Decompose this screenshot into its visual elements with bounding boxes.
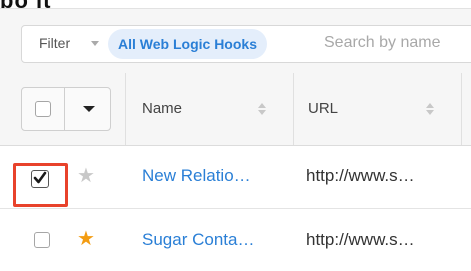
table-header: Name URL <box>0 73 471 146</box>
record-url: http://www.s… <box>306 166 415 185</box>
record-name-link[interactable]: Sugar Conta… <box>142 230 254 250</box>
filter-box: Filter All Web Logic Hooks <box>21 25 471 63</box>
filter-bar: Filter All Web Logic Hooks <box>0 8 471 74</box>
active-filter-pill[interactable]: All Web Logic Hooks <box>108 29 267 59</box>
column-divider <box>293 73 294 145</box>
filter-dropdown-label[interactable]: Filter <box>39 35 70 51</box>
mass-action-control[interactable] <box>21 87 111 131</box>
select-all-checkbox[interactable] <box>35 101 51 117</box>
sort-url-icon[interactable] <box>426 103 434 117</box>
record-name-link[interactable]: New Relatio… <box>142 166 251 186</box>
row-checkbox-checked[interactable] <box>31 170 49 188</box>
search-input[interactable] <box>320 29 471 57</box>
table-row: ★ Sugar Conta… http://www.s… <box>0 209 471 271</box>
row-checkbox[interactable] <box>34 232 50 248</box>
column-header-url[interactable]: URL <box>308 100 338 117</box>
checkmark-icon <box>33 171 47 184</box>
column-header-name[interactable]: Name <box>142 100 182 117</box>
record-url: http://www.s… <box>306 230 415 249</box>
favorite-star-icon[interactable]: ★ <box>77 229 95 249</box>
mass-action-divider <box>64 88 65 130</box>
column-divider <box>461 73 462 145</box>
sort-name-icon[interactable] <box>258 103 266 117</box>
table-row: ★ New Relatio… http://www.s… <box>0 146 471 209</box>
column-divider <box>125 73 126 145</box>
filter-caret-icon[interactable] <box>91 41 99 46</box>
favorite-star-icon[interactable]: ★ <box>77 166 95 186</box>
top-cropped-text: bo it <box>0 0 52 13</box>
mass-action-dropdown-icon[interactable] <box>83 106 95 112</box>
